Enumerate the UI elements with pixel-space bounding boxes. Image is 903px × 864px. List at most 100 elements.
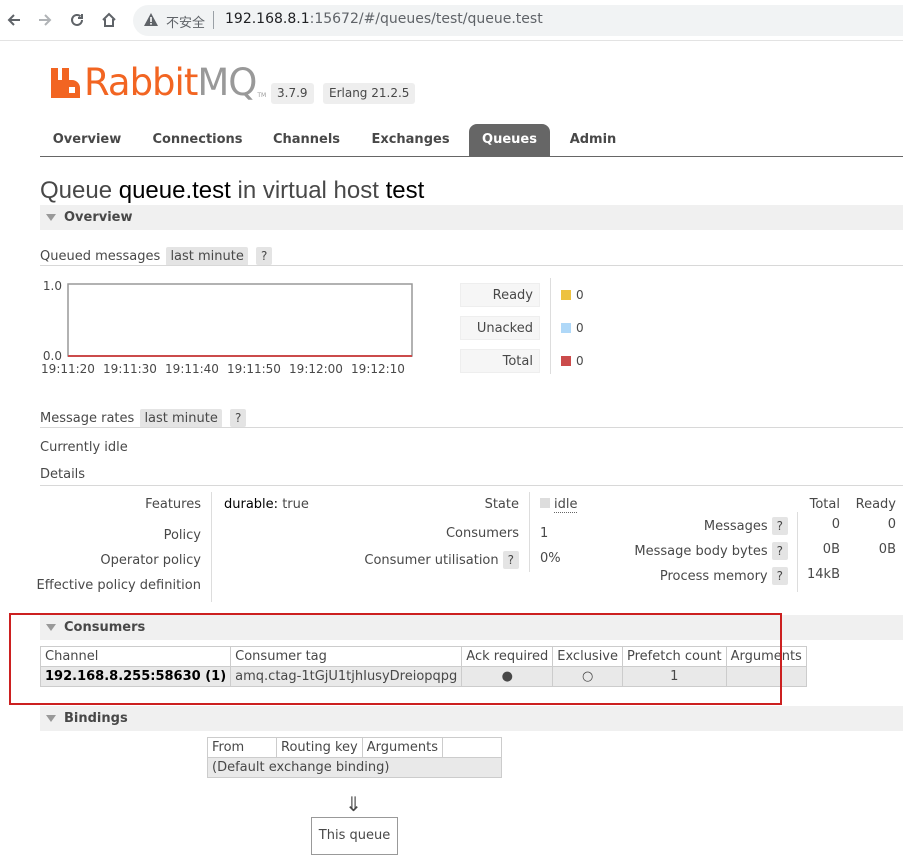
- back-button[interactable]: [3, 9, 25, 31]
- security-label: 不安全: [166, 16, 206, 31]
- help-icon[interactable]: ?: [256, 247, 273, 265]
- tab-exchanges[interactable]: Exchanges: [360, 124, 461, 156]
- features-value: durable: true: [224, 497, 309, 512]
- state-label: State: [484, 497, 519, 512]
- rabbitmq-logo[interactable]: RabbitMQ TM: [50, 63, 266, 103]
- ready-value: 0: [576, 288, 584, 302]
- chart-plot-area: [67, 283, 413, 357]
- divider: [40, 265, 903, 266]
- help-icon[interactable]: ?: [502, 551, 519, 569]
- rabbit-logo-icon: [51, 68, 80, 98]
- table-header-row: From Routing key Arguments: [207, 737, 502, 758]
- tab-admin[interactable]: Admin: [558, 124, 628, 156]
- queued-messages-chart: 1.0 0.0 19:11:20 19:11:30 19:11:40 19:11:50…: [41, 279, 413, 376]
- highlight-annotation-box: [9, 613, 782, 705]
- this-queue-box: This queue: [311, 817, 398, 855]
- currently-idle-text: Currently idle: [40, 440, 128, 455]
- x-tick-label: 19:11:30: [103, 362, 157, 376]
- col-total-header: Total: [809, 497, 840, 512]
- warning-icon: [143, 12, 159, 31]
- help-icon[interactable]: ?: [230, 409, 247, 427]
- url-path: :15672/#/queues/test/queue.test: [309, 11, 543, 27]
- consumer-utilisation-label: Consumer utilisation?: [364, 551, 519, 569]
- default-binding-cell: (Default exchange binding): [207, 757, 502, 778]
- state-value: idle: [540, 497, 578, 513]
- help-icon[interactable]: ?: [771, 517, 788, 535]
- divider: [529, 492, 530, 572]
- tab-overview[interactable]: Overview: [40, 124, 134, 156]
- col-routing-key: Routing key: [276, 737, 363, 758]
- queued-range-selector[interactable]: last minute: [166, 247, 248, 266]
- divider: [213, 11, 214, 29]
- body-bytes-ready: 0B: [878, 542, 896, 557]
- tab-queues[interactable]: Queues: [469, 124, 550, 156]
- queued-messages-heading: Queued messages last minute ?: [40, 247, 273, 266]
- x-tick-label: 19:11:40: [165, 362, 219, 376]
- home-icon: [102, 12, 116, 27]
- overview-section-header[interactable]: Overview: [40, 205, 903, 230]
- bindings-table: From Routing key Arguments (Default exch…: [207, 737, 502, 778]
- down-arrow-icon: ⇓: [345, 792, 362, 816]
- vhost-name: test: [385, 177, 425, 204]
- forward-button[interactable]: [34, 9, 56, 31]
- divider: [211, 492, 212, 602]
- tab-connections[interactable]: Connections: [141, 124, 254, 156]
- messages-label: Messages?: [704, 517, 788, 535]
- process-memory-total: 14kB: [807, 567, 840, 582]
- effective-policy-label: Effective policy definition: [36, 578, 201, 593]
- trademark: TM: [257, 92, 267, 99]
- consumers-value: 1: [540, 526, 549, 541]
- operator-policy-label: Operator policy: [100, 553, 201, 568]
- details-heading: Details: [40, 467, 86, 482]
- consumer-utilisation-value: 0%: [540, 551, 561, 566]
- divider: [550, 278, 551, 374]
- policy-label: Policy: [163, 528, 201, 543]
- legend-unacked-label: Unacked: [460, 316, 540, 340]
- home-button[interactable]: [98, 9, 120, 31]
- tab-channels[interactable]: Channels: [261, 124, 352, 156]
- process-memory-label: Process memory?: [660, 567, 788, 585]
- help-icon[interactable]: ?: [771, 567, 788, 585]
- brand-wordmark: RabbitMQ: [84, 61, 257, 104]
- table-row: (Default exchange binding): [207, 757, 502, 778]
- back-arrow-icon: [7, 14, 20, 26]
- y-tick-bottom: 0.0: [43, 349, 62, 363]
- divider: [797, 512, 798, 592]
- col-ready-header: Ready: [855, 497, 896, 512]
- consumers-label: Consumers: [445, 526, 519, 541]
- unacked-value: 0: [576, 321, 584, 335]
- col-empty: [442, 737, 502, 758]
- total-swatch: [561, 356, 571, 366]
- x-axis-ticks: 19:11:20 19:11:30 19:11:40 19:11:50 19:12:00…: [41, 362, 405, 376]
- total-value: 0: [576, 354, 584, 368]
- col-from: From: [207, 737, 277, 758]
- help-icon[interactable]: ?: [771, 542, 788, 560]
- features-label: Features: [145, 497, 201, 512]
- address-bar[interactable]: 不安全 192.168.8.1:15672/#/queues/test/queu…: [133, 5, 903, 36]
- url-text[interactable]: 192.168.8.1:15672/#/queues/test/queue.te…: [225, 11, 543, 27]
- ready-swatch: [561, 290, 571, 300]
- legend-ready-label: Ready: [460, 283, 540, 307]
- collapse-triangle-icon: [46, 715, 56, 722]
- y-tick-top: 1.0: [43, 279, 62, 293]
- legend-total-label: Total: [460, 349, 540, 373]
- reload-icon: [71, 13, 83, 26]
- collapse-triangle-icon: [46, 214, 56, 221]
- message-rates-heading: Message rates last minute ?: [40, 409, 247, 428]
- rates-range-selector[interactable]: last minute: [140, 409, 222, 428]
- messages-ready: 0: [887, 517, 896, 532]
- unacked-swatch: [561, 323, 571, 333]
- browser-toolbar: 不安全 192.168.8.1:15672/#/queues/test/queu…: [0, 0, 903, 41]
- queue-name: queue.test: [118, 177, 231, 204]
- body-bytes-total: 0B: [822, 542, 840, 557]
- col-arguments: Arguments: [361, 737, 444, 758]
- page-title: Queue queue.test in virtual host test: [40, 177, 425, 204]
- bindings-section-header[interactable]: Bindings: [40, 706, 903, 731]
- forward-arrow-icon: [39, 14, 52, 26]
- url-host: 192.168.8.1: [225, 11, 310, 27]
- reload-button[interactable]: [66, 9, 88, 31]
- x-tick-label: 19:12:10: [351, 362, 405, 376]
- divider: [40, 485, 903, 486]
- x-tick-label: 19:12:00: [289, 362, 343, 376]
- body-bytes-label: Message body bytes?: [634, 542, 788, 560]
